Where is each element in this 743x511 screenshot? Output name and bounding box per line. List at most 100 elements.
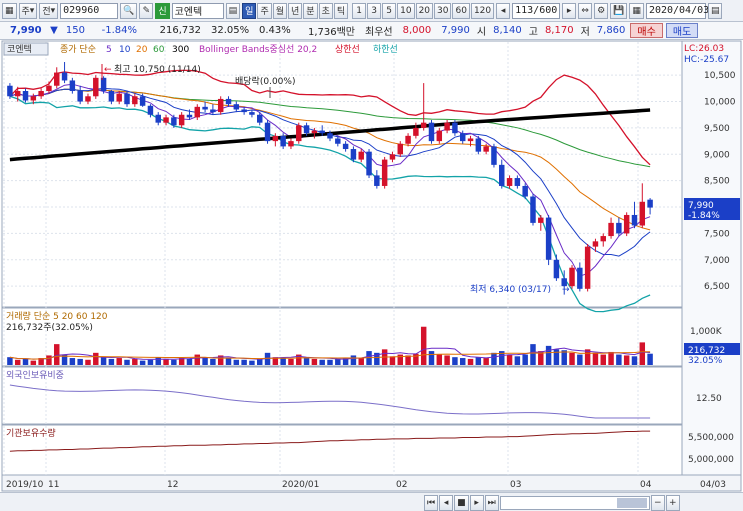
candle-body (303, 125, 310, 134)
company-info-icon[interactable]: ▤ (225, 2, 241, 19)
candle-body (374, 175, 380, 186)
calendar-icon[interactable]: ▦ (629, 2, 644, 19)
scope-select[interactable]: 전 ▾ (39, 2, 59, 19)
price-legend: 코엔텍 종가 단순 5 10 20 60 300 Bollinger Bands… (3, 42, 398, 56)
stock-code-input[interactable]: 029960 (60, 2, 119, 19)
search-icon[interactable]: 🔍 (120, 2, 138, 19)
candle-body (405, 135, 411, 144)
save-icon[interactable]: 💾 (610, 2, 628, 19)
volume-bar (93, 352, 99, 365)
scroll-last-icon[interactable]: ⏭ (484, 495, 499, 511)
period-button-4[interactable]: 분 (303, 2, 318, 19)
current-price-tag: 7,990 -1.84% (684, 198, 740, 221)
period-button-3[interactable]: 년 (288, 2, 303, 19)
candle-body (171, 117, 177, 126)
zoom-in-icon[interactable]: + (665, 495, 680, 511)
ask-price: 7,990 (441, 25, 470, 36)
svg-text:거래량 단순 5 20 60 120: 거래량 단순 5 20 60 120 (6, 310, 108, 322)
interval-button-30[interactable]: 30 (434, 2, 452, 19)
legend-upper: 상한선 (335, 44, 360, 55)
candle-body (413, 127, 419, 136)
date-label: 03 (510, 480, 521, 490)
volume-bar (491, 352, 497, 365)
volume-bar (530, 344, 536, 365)
interval-button-1[interactable]: 1 (352, 2, 367, 19)
inst-panel (1, 424, 683, 476)
volume-bar (108, 358, 115, 365)
date-field[interactable]: 2020/04/03 (645, 2, 709, 19)
stop-icon[interactable]: ■ (454, 495, 469, 511)
scroll-thumb[interactable] (616, 498, 647, 508)
period-button-6[interactable]: 틱 (333, 2, 349, 19)
candle-body (178, 114, 185, 126)
volume-bar (116, 358, 122, 365)
candle-body (124, 93, 130, 105)
volume-bar (475, 357, 482, 365)
svg-text:7,990: 7,990 (688, 201, 714, 211)
candle-body (467, 138, 474, 142)
volume-bar (483, 358, 489, 365)
sell-button[interactable]: 매도 (665, 23, 699, 38)
period-button-1[interactable]: 주 (257, 2, 272, 19)
scroll-track[interactable] (499, 496, 650, 510)
volume-value: 216,732 (159, 25, 201, 36)
zoom-out-icon[interactable]: − (650, 495, 665, 511)
volume-bar (639, 342, 646, 365)
volume-bar (467, 358, 474, 365)
candle-body (428, 122, 435, 142)
volume-bar (452, 357, 458, 365)
candle-body (225, 98, 232, 105)
volume-bar (577, 354, 583, 365)
zoom-icon[interactable]: ⇔ (578, 2, 593, 19)
price-axis-label: 7,000 (704, 256, 730, 266)
interval-button-120[interactable]: 120 (470, 2, 495, 19)
price-change: 150 (65, 25, 85, 36)
volume-bar (7, 357, 13, 365)
candle-body (202, 106, 208, 110)
interval-button-60[interactable]: 60 (452, 2, 470, 19)
volume-bar (77, 358, 83, 365)
candle-body (381, 159, 388, 186)
candle-count-field[interactable]: 113/600 (512, 2, 561, 19)
company-name-field[interactable]: 코엔텍 (171, 2, 224, 19)
interval-button-10[interactable]: 10 (397, 2, 415, 19)
candle-body (358, 151, 364, 160)
svg-text:216,732: 216,732 (688, 346, 725, 356)
edit-icon[interactable]: ✎ (139, 2, 154, 19)
candle-body (108, 91, 115, 102)
buy-button[interactable]: 매수 (630, 23, 663, 38)
calendar-picker-icon[interactable]: ▤ (707, 2, 723, 19)
volume-bar (522, 354, 528, 365)
scroll-first-icon[interactable]: ⏮ (424, 495, 439, 511)
scroll-next-icon[interactable]: ▸ (469, 495, 484, 511)
svg-text:최저 6,340 (03/17): 최저 6,340 (03/17) (470, 284, 551, 295)
price-axis-label: 7,500 (704, 229, 730, 239)
stock-chart[interactable]: 10,50010,0009,5009,0008,5008,0007,5007,0… (0, 40, 743, 492)
candle-body (608, 222, 614, 237)
scroll-prev-icon[interactable]: ◂ (439, 495, 454, 511)
legend-ma-prefix: 종가 단순 (60, 44, 96, 55)
volume-bar (249, 360, 255, 365)
settings-icon[interactable]: ⚙ (594, 2, 609, 19)
volume-bar (30, 360, 37, 365)
interval-button-3[interactable]: 3 (367, 2, 382, 19)
volume-bar (280, 358, 286, 365)
interval-button-5[interactable]: 5 (382, 2, 397, 19)
period-button-0[interactable]: 일 (242, 2, 257, 19)
interval-button-20[interactable]: 20 (415, 2, 434, 19)
legend-stock-name: 코엔텍 (7, 44, 32, 55)
chart-menu-icon[interactable]: ▦ (2, 2, 17, 19)
volume-bar (319, 359, 325, 365)
volume-bar (420, 326, 427, 365)
candle-body (38, 91, 44, 97)
volume-bar (85, 359, 91, 365)
period-button-2[interactable]: 월 (272, 2, 287, 19)
chart-toolbar: ▦ 주 ▾ 전 ▾ 029960 🔍 ✎ 신 코엔텍 ▤ 일주월년분초틱 1 3 5 10… (0, 0, 743, 22)
candle-body (61, 72, 68, 81)
scroll-left-icon[interactable]: ◂ (496, 2, 511, 19)
svg-text:5,500,000: 5,500,000 (688, 433, 734, 443)
date-axis (1, 474, 742, 492)
market-select[interactable]: 주 ▾ (18, 2, 38, 19)
period-button-5[interactable]: 초 (318, 2, 333, 19)
scroll-right-icon[interactable]: ▸ (562, 2, 577, 19)
